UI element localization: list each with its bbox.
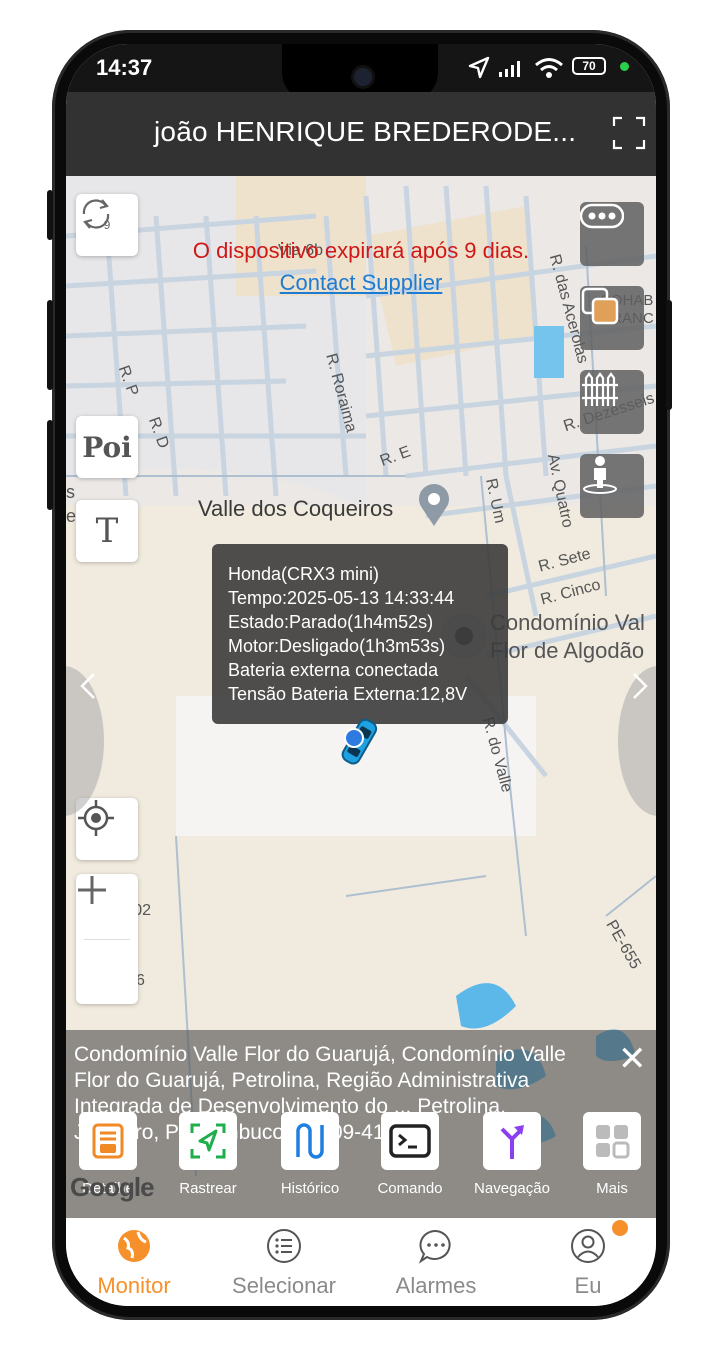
list-icon [267, 1229, 301, 1263]
location-arrow-icon [468, 56, 490, 79]
text-tool-icon: T [95, 511, 119, 551]
text-tool-button[interactable]: T [76, 500, 138, 562]
fullscreen-icon[interactable] [612, 116, 646, 150]
tab-monitor[interactable]: Monitor [66, 1228, 204, 1299]
action-label: Histórico [280, 1180, 340, 1197]
charging-dot [620, 62, 629, 71]
locate-me-button[interactable] [76, 798, 138, 860]
poi-button[interactable]: Poi [76, 416, 138, 478]
vehicle-marker-icon[interactable] [328, 712, 388, 772]
tab-label: Monitor [97, 1273, 171, 1298]
front-camera [354, 68, 372, 86]
more-options-button[interactable] [580, 202, 644, 266]
poi-label: Poi [82, 430, 132, 464]
track-icon [179, 1112, 237, 1170]
tab-alarmes[interactable]: Alarmes [366, 1228, 506, 1299]
google-logo: Google [70, 1172, 155, 1202]
detail-icon [79, 1112, 137, 1170]
chevron-right-icon [633, 673, 648, 699]
action-label: Mais [596, 1180, 628, 1197]
layers-icon [581, 287, 619, 325]
navigation-icon [483, 1112, 541, 1170]
app-bar: joão HENRIQUE BREDERODE... [66, 92, 656, 176]
battery-icon: 70 [572, 57, 606, 75]
action-label: Comando [377, 1180, 443, 1197]
action-mais[interactable]: Mais [564, 1112, 656, 1197]
history-route-icon [281, 1112, 339, 1170]
wifi-icon [535, 58, 563, 78]
info-line: Motor:Desligado(1h3m53s) [228, 636, 446, 656]
place-label-condominio: Condomínio Val [490, 610, 645, 635]
refresh-button[interactable]: 9 [76, 194, 138, 256]
page-title: joão HENRIQUE BREDERODE... [154, 116, 577, 147]
action-historico[interactable]: Histórico [262, 1112, 358, 1197]
zoom-control [76, 874, 138, 1004]
expiry-notice: O dispositivo expirará após 9 dias. [192, 238, 530, 263]
chat-bubble-icon [418, 1229, 451, 1264]
map-layers-button[interactable] [580, 286, 644, 350]
info-line: Bateria externa conectada [228, 660, 439, 680]
grid-icon [583, 1112, 641, 1170]
action-label: Navegação [474, 1180, 550, 1197]
street-view-button[interactable] [580, 454, 644, 518]
globe-icon [118, 1230, 150, 1262]
side-button [47, 420, 53, 510]
place-label-valle-dos-coqueiros: Valle dos Coqueiros [198, 496, 394, 521]
tab-eu[interactable]: Eu [518, 1220, 656, 1299]
info-line: Tempo:2025-05-13 14:33:44 [228, 588, 455, 608]
side-button [47, 300, 53, 390]
signal-icon [499, 61, 520, 77]
user-icon [571, 1229, 605, 1263]
person-icon [583, 456, 617, 494]
notification-badge [612, 1220, 628, 1236]
screen: 14:37 70 joão HENRIQUE BREDERODE... Via … [66, 44, 656, 1306]
action-navegacao[interactable]: Navegação [464, 1112, 560, 1197]
more-dots-icon [580, 203, 624, 229]
side-button [47, 190, 53, 240]
fence-button[interactable] [580, 370, 644, 434]
map-label: e [66, 506, 77, 526]
map-label: s [66, 482, 75, 502]
info-line: Honda(CRX3 mini) [228, 564, 380, 584]
contact-supplier-link[interactable]: Contact Supplier [66, 270, 656, 296]
tab-label: Alarmes [395, 1273, 477, 1298]
action-comando[interactable]: Comando [362, 1112, 458, 1197]
action-label: Rastrear [179, 1180, 237, 1197]
status-time: 14:37 [96, 55, 153, 80]
terminal-icon [381, 1112, 439, 1170]
tab-label: Selecionar [232, 1273, 336, 1298]
action-rastrear[interactable]: Rastrear [160, 1112, 256, 1197]
map-pin-icon [419, 484, 449, 526]
minus-icon [78, 888, 106, 892]
close-address-button[interactable]: ✕ [618, 1042, 647, 1076]
tab-selecionar[interactable]: Selecionar [214, 1228, 354, 1299]
fence-icon [582, 372, 618, 406]
info-line: Tensão Bateria Externa:12,8V [228, 684, 468, 704]
power-button [666, 300, 672, 410]
place-label-condominio: Flor de Algodão [490, 638, 645, 663]
chevron-left-icon [80, 673, 95, 699]
refresh-count: 9 [103, 218, 111, 232]
zoom-out-button[interactable] [76, 888, 138, 1004]
info-line: Estado:Parado(1h4m52s) [228, 612, 434, 632]
vehicle-info-window: Honda(CRX3 mini) Tempo:2025-05-13 14:33:… [212, 544, 508, 724]
tab-label: Eu [574, 1273, 602, 1298]
bottom-tab-bar: Monitor Selecionar Alarmes Eu [66, 1218, 656, 1306]
